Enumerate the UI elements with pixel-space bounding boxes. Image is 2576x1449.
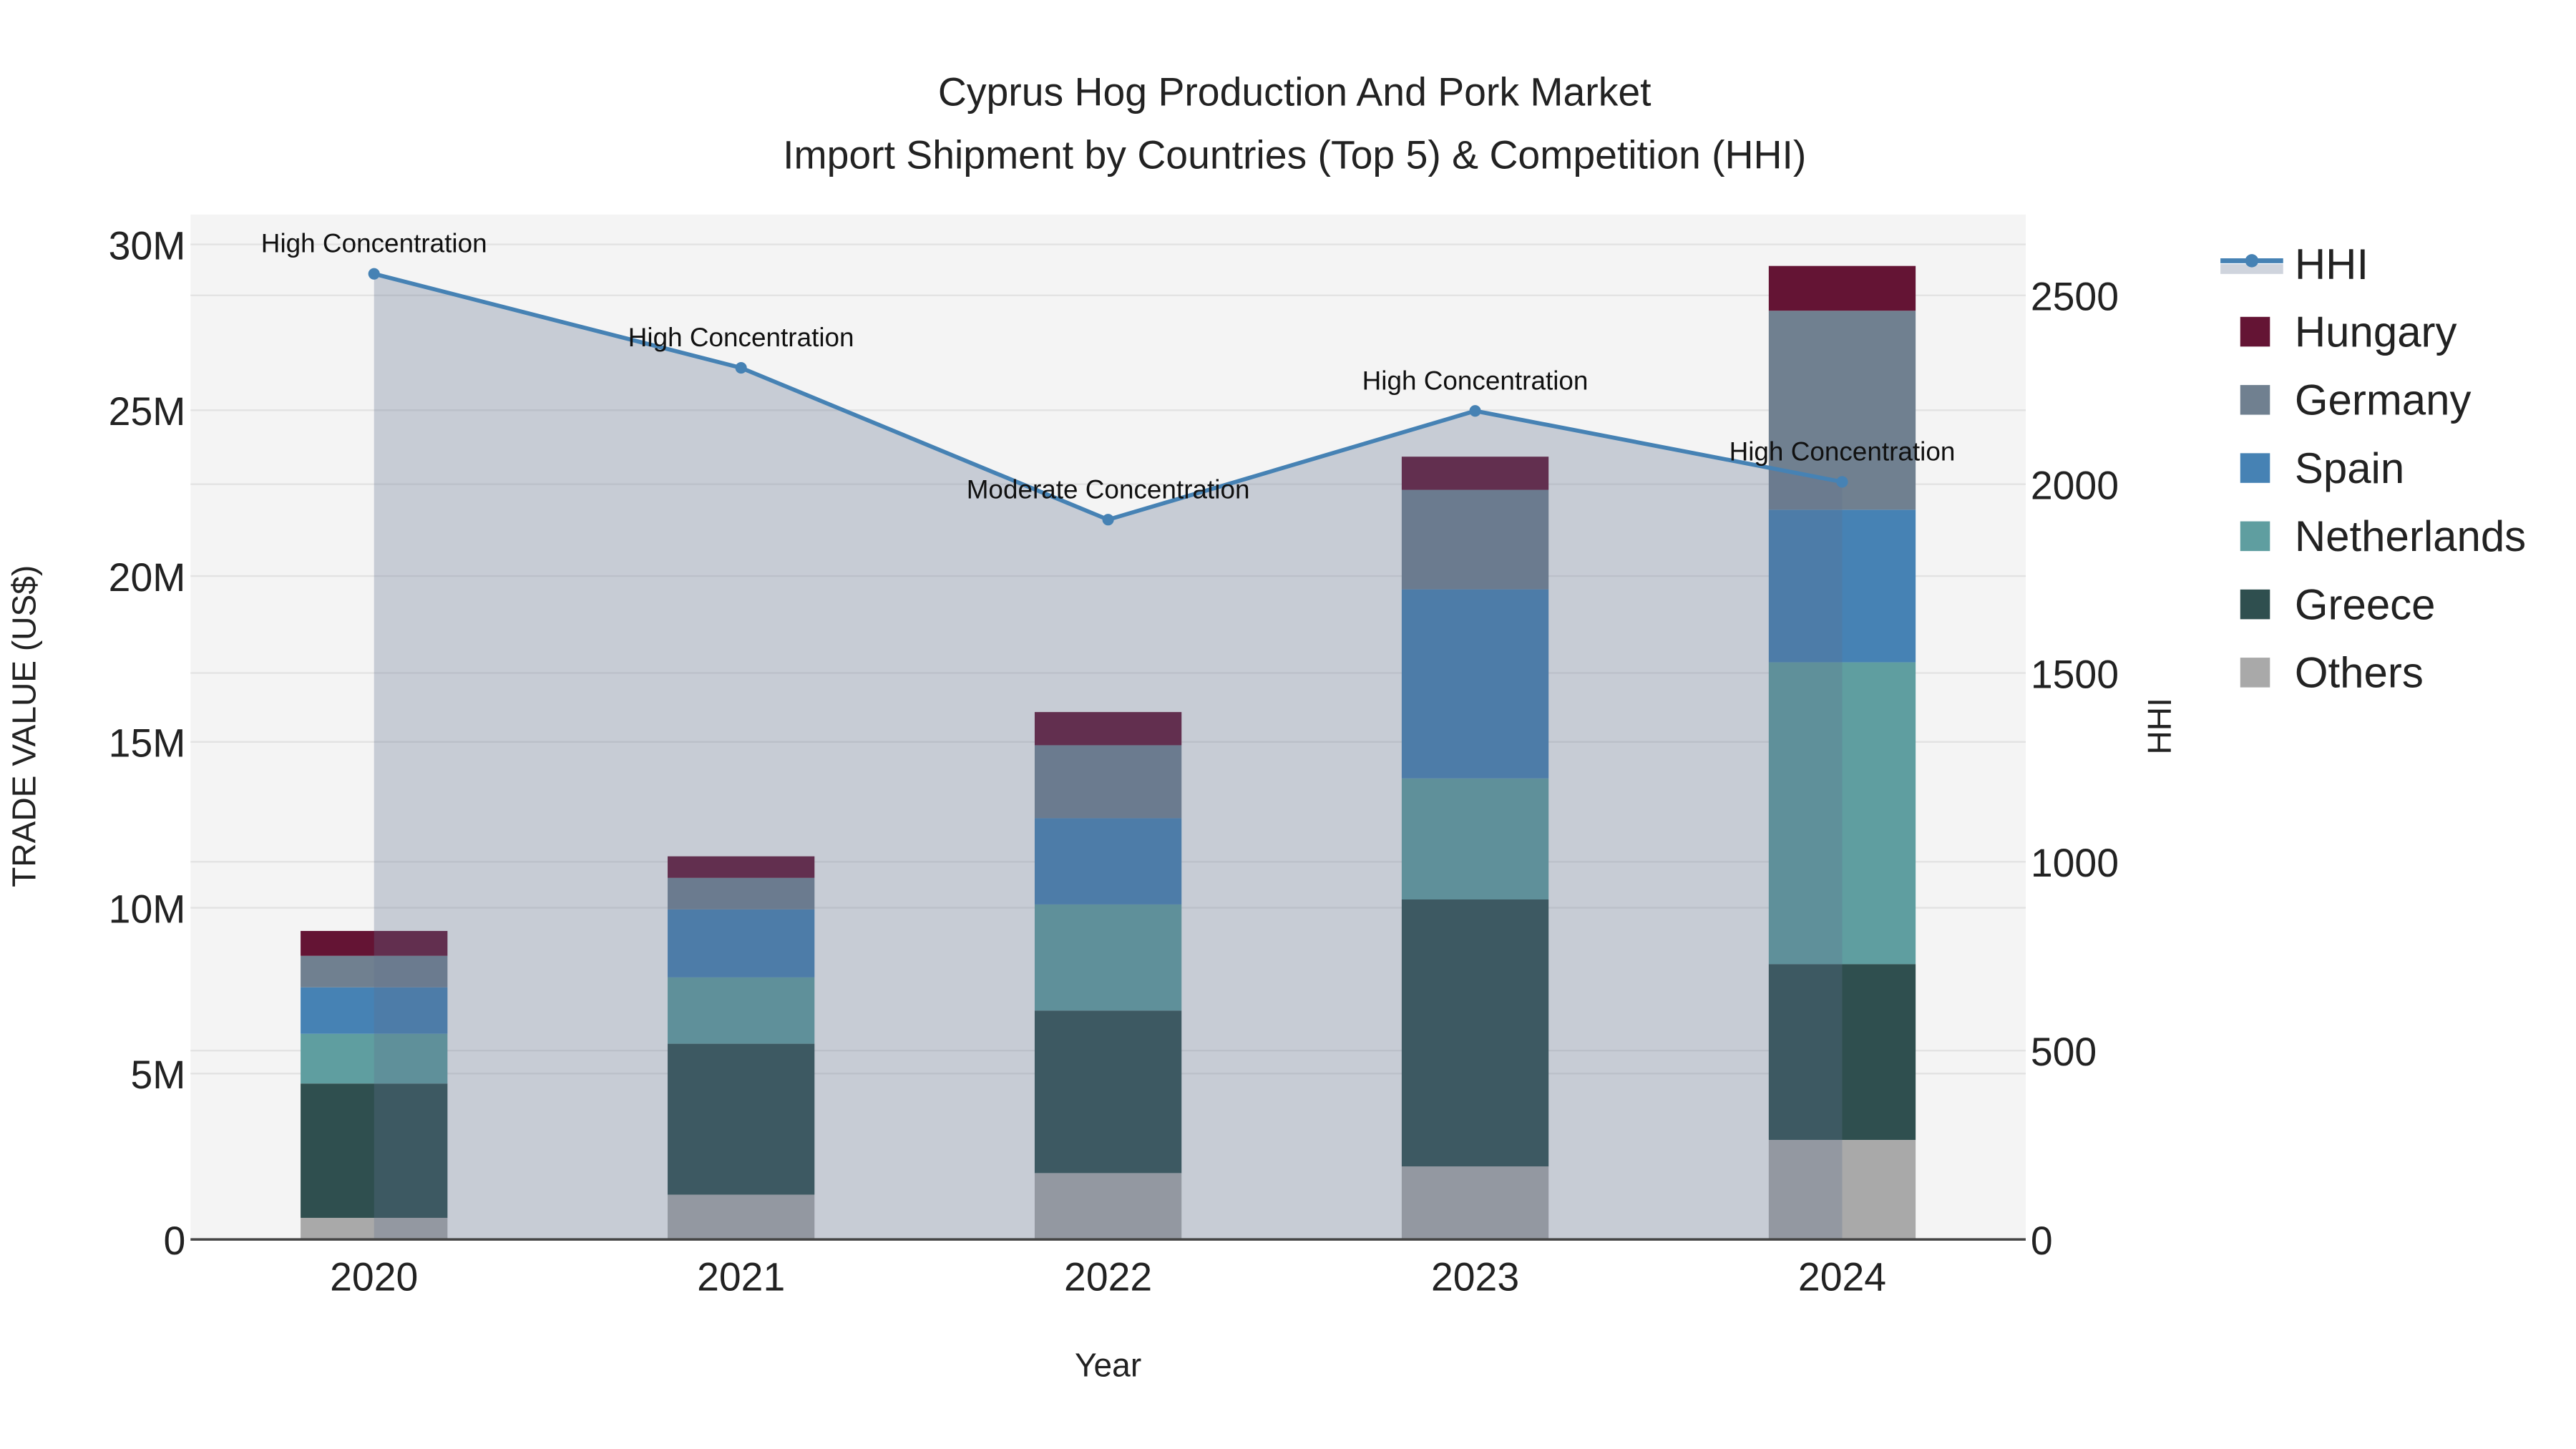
y2-tick-label: 1000 <box>2031 841 2119 885</box>
legend-label-hungary: Hungary <box>2295 308 2457 356</box>
legend-swatch-spain <box>2240 453 2270 483</box>
y-tick-label: 20M <box>109 555 186 600</box>
hhi-annotation-2023: High Concentration <box>1362 366 1589 395</box>
legend-label-others: Others <box>2295 649 2424 697</box>
hhi-point-2022 <box>1102 514 1114 526</box>
x-tick-label: 2023 <box>1431 1255 1519 1299</box>
x-axis-ticks: 2020 2021 2022 2023 2024 <box>330 1255 1886 1299</box>
legend-hhi-marker-icon <box>2245 254 2259 268</box>
y-tick-label: 5M <box>130 1053 185 1097</box>
hhi-point-2023 <box>1469 405 1481 417</box>
legend-swatch-hungary <box>2240 316 2270 347</box>
y2-axis-title: HHI <box>2141 698 2178 754</box>
y2-axis-ticks: 0 500 1000 1500 2000 2500 <box>2031 275 2119 1263</box>
legend-swatch-greece <box>2240 589 2270 620</box>
y2-tick-label: 2000 <box>2031 463 2119 507</box>
hhi-annotation-2024: High Concentration <box>1729 436 1956 466</box>
hhi-point-2020 <box>368 268 380 280</box>
y2-tick-label: 2500 <box>2031 275 2119 319</box>
y2-tick-label: 500 <box>2031 1030 2097 1074</box>
x-tick-label: 2020 <box>330 1255 418 1299</box>
y-tick-label: 0 <box>164 1219 186 1263</box>
legend-label-netherlands: Netherlands <box>2295 512 2526 560</box>
hhi-point-2021 <box>735 362 747 374</box>
legend: HHI Hungary Germany Spain Netherlands Greece O… <box>2220 240 2526 697</box>
hhi-point-2024 <box>1836 476 1848 488</box>
legend-label-spain: Spain <box>2295 444 2404 492</box>
legend-swatch-germany <box>2240 385 2270 415</box>
y-tick-label: 25M <box>109 389 186 434</box>
y-axis-title: TRADE VALUE (US$) <box>5 565 42 887</box>
x-tick-label: 2024 <box>1798 1255 1886 1299</box>
y-tick-label: 30M <box>109 223 186 268</box>
hhi-annotation-2022: Moderate Concentration <box>967 474 1250 504</box>
hhi-annotation-2020: High Concentration <box>261 229 487 258</box>
x-tick-label: 2021 <box>697 1255 785 1299</box>
legend-label-greece: Greece <box>2295 580 2436 628</box>
hhi-annotation-2021: High Concentration <box>628 323 854 352</box>
bar-hungary-2024 <box>1768 265 1916 311</box>
legend-label-germany: Germany <box>2295 376 2472 424</box>
x-tick-label: 2022 <box>1064 1255 1152 1299</box>
legend-label-hhi: HHI <box>2295 240 2368 288</box>
y2-tick-label: 1500 <box>2031 652 2119 696</box>
legend-swatch-netherlands <box>2240 521 2270 552</box>
y-axis-ticks: 0 5M 10M 15M 20M 25M 30M <box>109 223 186 1263</box>
x-axis-title: Year <box>1075 1347 1141 1384</box>
chart: High Concentration High Concentration Mode… <box>5 70 2526 1384</box>
y2-tick-label: 0 <box>2031 1219 2053 1263</box>
chart-title-line1: Cyprus Hog Production And Pork Market <box>938 70 1652 114</box>
y-tick-label: 15M <box>109 721 186 766</box>
legend-swatch-others <box>2240 658 2270 688</box>
y-tick-label: 10M <box>109 887 186 931</box>
chart-title-line2: Import Shipment by Countries (Top 5) & C… <box>783 132 1806 177</box>
